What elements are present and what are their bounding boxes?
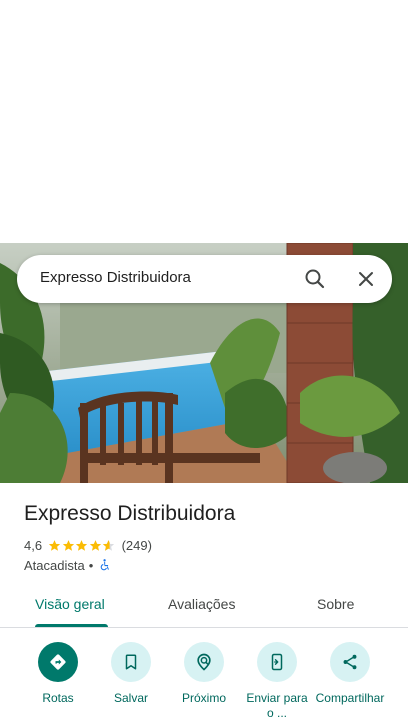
directions-icon (38, 642, 78, 682)
directions-button[interactable]: Rotas (18, 642, 98, 706)
active-tab-indicator (35, 624, 108, 627)
share-button[interactable]: Compartilhar (309, 642, 391, 706)
wheelchair-accessible-icon[interactable] (97, 558, 111, 572)
star-icon (48, 539, 61, 551)
search-bar[interactable]: Expresso Distribuidora (17, 255, 392, 303)
share-label: Compartilhar (315, 691, 385, 705)
map-area (0, 0, 408, 243)
save-label: Salvar (113, 691, 148, 705)
star-icon (62, 539, 74, 551)
rating-value: 4,6 (24, 537, 43, 553)
nearby-icon (184, 642, 224, 682)
directions-label: Rotas (42, 691, 74, 705)
send-to-phone-icon (257, 642, 297, 682)
place-title: Expresso Distribuidora (24, 502, 236, 525)
review-count[interactable]: (249) (122, 538, 152, 553)
close-icon[interactable] (352, 265, 380, 293)
bookmark-icon (111, 642, 151, 682)
save-button[interactable]: Salvar (91, 642, 171, 706)
search-icon[interactable] (301, 265, 329, 293)
share-icon (330, 642, 370, 682)
tab-reviews[interactable]: Avaliações (168, 596, 235, 612)
nearby-label: Próximo (181, 691, 226, 705)
category-row: Atacadista • (24, 556, 111, 574)
rating-row[interactable]: 4,6 (249) (24, 536, 152, 554)
search-input[interactable]: Expresso Distribuidora (40, 269, 191, 286)
tab-about[interactable]: Sobre (317, 596, 354, 612)
send-to-phone-label: Enviar para o ... (246, 691, 308, 720)
action-bar: Rotas Salvar Próximo Enviar para o ... C… (0, 640, 408, 726)
star-half-icon (102, 539, 115, 551)
star-rating (48, 539, 116, 552)
tab-overview[interactable]: Visão geral (35, 596, 105, 612)
star-icon (89, 539, 101, 551)
tab-bar: Visão geral Avaliações Sobre (0, 588, 408, 628)
separator: • (88, 557, 94, 573)
send-to-phone-button[interactable]: Enviar para o ... (237, 642, 317, 721)
nearby-button[interactable]: Próximo (164, 642, 244, 706)
place-category: Atacadista (24, 557, 85, 573)
star-icon (75, 539, 88, 551)
